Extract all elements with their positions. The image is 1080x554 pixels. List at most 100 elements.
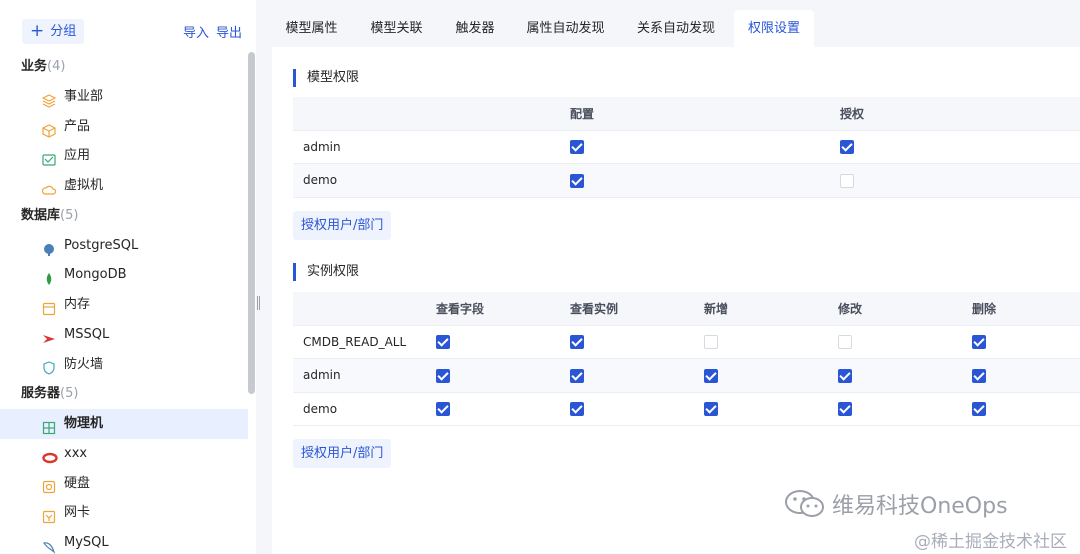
checkbox-checked[interactable]	[838, 368, 852, 383]
column-header: 查看字段	[436, 292, 570, 326]
group-title-label: 业务	[21, 59, 48, 74]
sidebar: + 分组 导入 导出 业务(4) 事业部 产品应用虚拟机数据库(5) PostgreS…	[0, 0, 256, 554]
checkbox-checked[interactable]	[838, 402, 852, 417]
checkbox-checked[interactable]	[436, 368, 450, 383]
import-button[interactable]: 导入	[183, 22, 209, 41]
permission-cell	[972, 358, 1080, 393]
role-name-cell: CMDB_READ_ALL	[293, 325, 436, 360]
permission-cell	[570, 130, 840, 165]
group-title[interactable]: 服务器(5)	[0, 379, 248, 409]
checkbox-checked[interactable]	[840, 140, 854, 155]
column-header: 修改	[838, 292, 972, 326]
checkbox-checked[interactable]	[972, 402, 986, 417]
checkbox-checked[interactable]	[570, 335, 584, 350]
sidebar-item[interactable]: xxx	[0, 439, 248, 469]
checkbox-unchecked[interactable]	[704, 335, 718, 350]
sidebar-item[interactable]: 防火墙	[0, 350, 248, 380]
sidebar-item[interactable]: PostgreSQL	[0, 231, 248, 261]
watermark: 维易科技OneOps	[784, 488, 1008, 520]
sidebar-item-label: 物理机	[64, 416, 104, 432]
mssql-icon	[42, 328, 56, 343]
sidebar-item[interactable]: 硬盘	[0, 469, 248, 499]
group-count: (5)	[60, 386, 79, 402]
network-card-icon	[42, 506, 56, 524]
checkbox-unchecked[interactable]	[840, 173, 854, 188]
table-header-row: 配置 授权	[293, 97, 1080, 131]
column-header	[293, 97, 570, 131]
sidebar-item[interactable]: 事业部	[0, 82, 248, 112]
permission-cell	[840, 163, 1080, 198]
permission-cell	[570, 358, 704, 393]
tab[interactable]: 关系自动发现	[624, 10, 728, 47]
permission-cell	[838, 392, 972, 427]
memory-icon	[42, 298, 56, 316]
postgresql-icon	[42, 239, 56, 256]
group-count: (5)	[60, 207, 79, 223]
checkbox-checked[interactable]	[570, 368, 584, 383]
sidebar-item[interactable]: 虚拟机	[0, 171, 248, 201]
grant-users-button-model[interactable]: 授权用户/部门	[293, 211, 392, 240]
checkbox-checked[interactable]	[436, 402, 450, 417]
checkbox-checked[interactable]	[570, 140, 584, 155]
group-title[interactable]: 数据库(5)	[0, 201, 248, 231]
sidebar-item-label: 应用	[64, 148, 91, 164]
permission-cell	[972, 392, 1080, 427]
sidebar-item[interactable]: 物理机	[0, 409, 248, 439]
tab[interactable]: 触发器	[442, 10, 508, 47]
layers-icon	[41, 90, 57, 108]
tab[interactable]: 模型属性	[272, 10, 351, 47]
role-name-cell: admin	[293, 130, 570, 165]
permission-cell	[570, 325, 704, 360]
sidebar-header: + 分组 导入 导出	[0, 0, 256, 46]
sidebar-item[interactable]: MongoDB	[0, 260, 248, 290]
tab[interactable]: 权限设置	[734, 10, 814, 47]
grant-users-button-instance[interactable]: 授权用户/部门	[293, 439, 392, 468]
sidebar-item[interactable]: 产品	[0, 112, 248, 142]
checkbox-checked[interactable]	[972, 368, 986, 383]
table-row: CMDB_READ_ALL	[293, 325, 1080, 360]
sidebar-item[interactable]: MSSQL	[0, 320, 248, 350]
tab[interactable]: 属性自动发现	[512, 10, 619, 47]
app-window-icon	[42, 149, 56, 166]
tab[interactable]: 模型关联	[357, 10, 436, 47]
permission-cell	[436, 392, 570, 427]
group-title[interactable]: 业务(4)	[0, 52, 248, 82]
checkbox-checked[interactable]	[570, 402, 584, 417]
permission-cell	[436, 358, 570, 393]
sidebar-item-label: xxx	[64, 445, 88, 461]
checkbox-checked[interactable]	[436, 335, 450, 350]
model-group-tree: 业务(4) 事业部 产品应用虚拟机数据库(5) PostgreSQL MongoDB 内存…	[0, 52, 248, 554]
sidebar-item[interactable]: 内存	[0, 290, 248, 320]
instance-permission-table: 查看字段 查看实例 新增 修改 删除 CMDB_READ_ALL admin demo	[293, 292, 1080, 427]
main-panel: 模型属性 模型关联 触发器 属性自动发现 关系自动发现 权限设置 模型权限 配置 授权 adm…	[272, 0, 1080, 554]
permission-cell	[436, 325, 570, 360]
sidebar-scrollbar[interactable]	[248, 52, 255, 394]
checkbox-checked[interactable]	[972, 335, 986, 350]
sidebar-item[interactable]: MySQL	[0, 528, 248, 554]
sidebar-item[interactable]: 网卡	[0, 498, 248, 528]
sidebar-item-label: 网卡	[64, 505, 91, 521]
physical-server-icon	[42, 417, 56, 435]
mongodb-leaf-icon	[42, 268, 56, 286]
table-row: demo	[293, 163, 1080, 198]
checkbox-checked[interactable]	[704, 402, 718, 417]
add-group-button[interactable]: + 分组	[22, 19, 85, 44]
column-header: 删除	[972, 292, 1080, 326]
sidebar-item-label: 硬盘	[64, 475, 91, 491]
sidebar-item-label: MongoDB	[64, 267, 127, 283]
table-row: admin	[293, 130, 1080, 165]
sidebar-item[interactable]: 应用	[0, 141, 248, 171]
checkbox-checked[interactable]	[570, 173, 584, 188]
checkbox-checked[interactable]	[704, 368, 718, 383]
permission-cell	[704, 325, 838, 360]
permission-cell	[570, 163, 840, 198]
table-row: admin	[293, 358, 1080, 393]
role-name-cell: demo	[293, 392, 436, 427]
checkbox-unchecked[interactable]	[838, 335, 852, 350]
sidebar-item-label: 虚拟机	[64, 178, 104, 194]
plus-icon: +	[30, 21, 45, 41]
sidebar-item-label: 内存	[64, 297, 91, 313]
column-header	[293, 292, 436, 326]
resize-handle[interactable]	[257, 296, 260, 310]
export-button[interactable]: 导出	[216, 22, 242, 41]
